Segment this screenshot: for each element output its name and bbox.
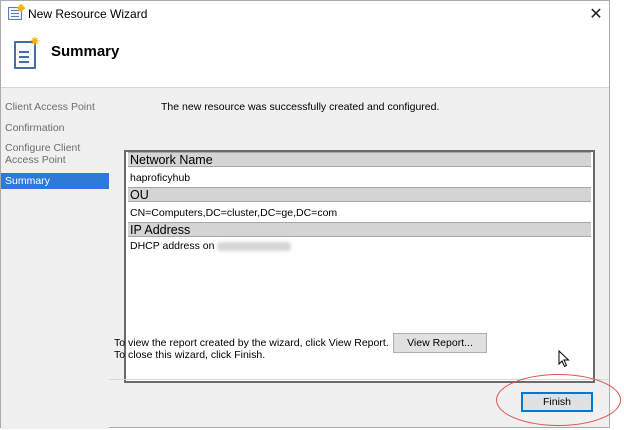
page-title: Summary bbox=[51, 43, 120, 60]
close-button[interactable]: ✕ bbox=[583, 1, 609, 27]
step-label: Confirmation bbox=[5, 122, 65, 134]
ou-value: CN=Computers,DC=cluster,DC=ge,DC=com bbox=[130, 207, 338, 219]
close-icon: ✕ bbox=[589, 4, 603, 23]
help-text-finish: To close this wizard, click Finish. bbox=[114, 349, 266, 361]
ip-address-row: DHCP address on bbox=[130, 240, 292, 252]
wizard-content: The new resource was successfully create… bbox=[109, 88, 609, 383]
redacted-ip bbox=[217, 241, 292, 251]
wizard-header: ✷ Summary bbox=[1, 27, 609, 88]
step-label: Summary bbox=[5, 175, 50, 187]
step-label: Client Access Point bbox=[5, 101, 95, 113]
step-confirmation[interactable]: Confirmation bbox=[1, 122, 109, 136]
step-label: Configure Client Access Point bbox=[5, 142, 81, 166]
help-text-view-report: To view the report created by the wizard… bbox=[114, 337, 389, 349]
wizard-window: New Resource Wizard ✕ ✷ Summary Client A… bbox=[0, 0, 610, 429]
wizard-page-icon: ✷ bbox=[14, 35, 41, 69]
ip-address-value: DHCP address on bbox=[130, 240, 215, 252]
step-summary[interactable]: Summary bbox=[1, 173, 109, 189]
section-header-ou: OU bbox=[128, 187, 591, 202]
step-client-access-point[interactable]: Client Access Point bbox=[1, 101, 109, 115]
mouse-cursor-icon bbox=[558, 350, 570, 368]
title-bar: New Resource Wizard ✕ bbox=[1, 1, 609, 27]
network-name-value: haproficyhub bbox=[130, 172, 191, 184]
view-report-button[interactable]: View Report... bbox=[393, 333, 487, 353]
wizard-steps: Client Access Point Confirmation Configu… bbox=[1, 88, 109, 429]
status-message: The new resource was successfully create… bbox=[161, 101, 440, 113]
sparkle-icon: ✷ bbox=[29, 34, 41, 50]
window-title: New Resource Wizard bbox=[28, 7, 148, 21]
section-header-network-name: Network Name bbox=[128, 152, 591, 167]
step-configure-client-access-point[interactable]: Configure Client Access Point bbox=[1, 142, 101, 168]
section-header-ip-address: IP Address bbox=[128, 222, 591, 237]
app-icon bbox=[8, 7, 22, 20]
annotation-highlight-circle bbox=[496, 374, 621, 426]
